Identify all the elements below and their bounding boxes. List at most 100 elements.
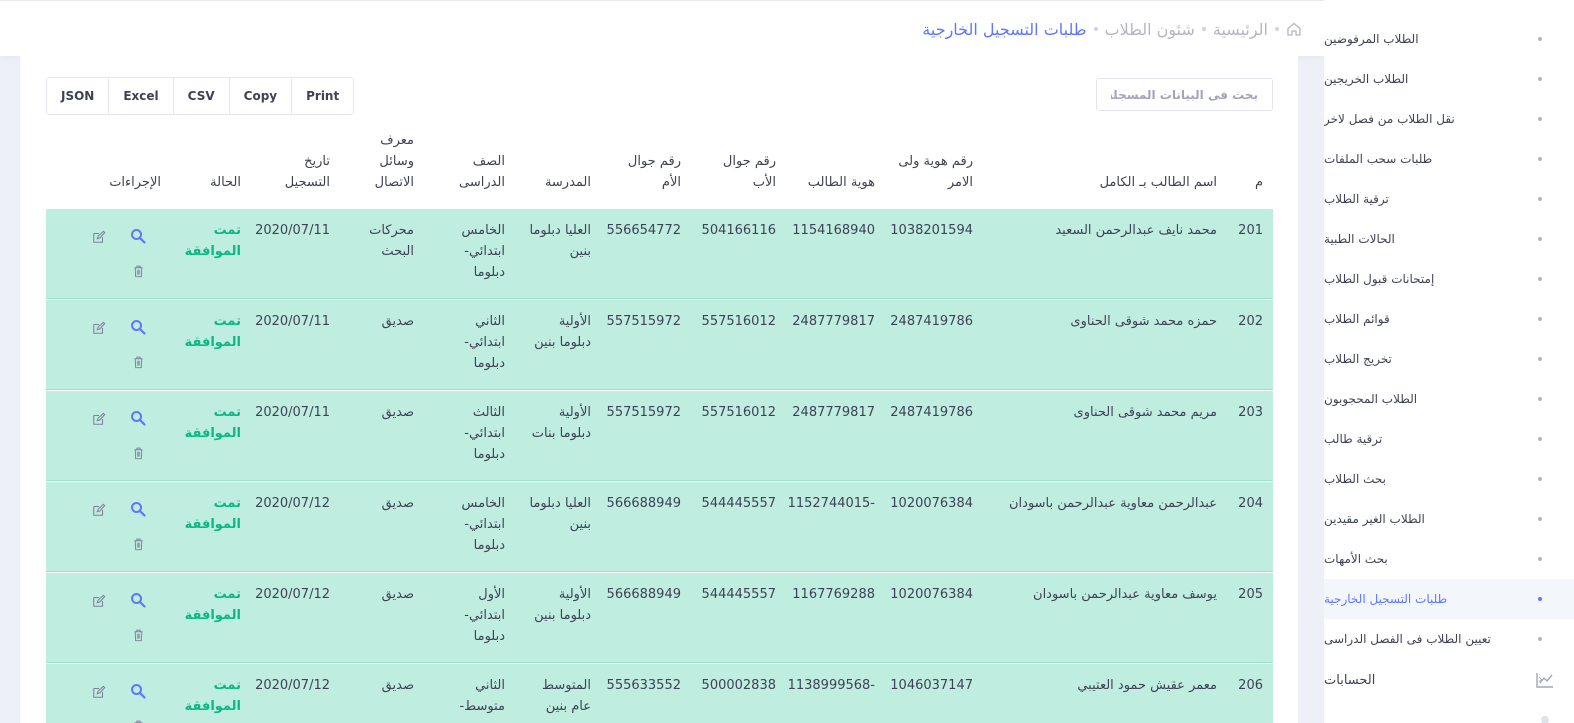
edit-icon[interactable] [92, 229, 108, 245]
sidebar-item-admission-exams[interactable]: إمتحانات قبول الطلاب [1324, 259, 1574, 299]
student-id-cell: 1138999568- [787, 678, 875, 693]
header-father-mobile[interactable]: رقم جوال الأب [706, 151, 776, 193]
trash-icon[interactable] [132, 263, 148, 279]
search-icon[interactable] [130, 228, 146, 244]
table-row: 203 مريم محمد شوقى الحناوى 2487419786 24877… [46, 391, 1273, 481]
registration-date-cell: 2020/07/11 [255, 314, 330, 329]
edit-icon[interactable] [92, 684, 108, 700]
sidebar-item-transfer-students[interactable]: نقل الطلاب من فصل لاخر [1324, 99, 1574, 139]
grade-cell: الخامس ابتدائي- دبلوما [461, 496, 505, 553]
father-mobile-cell: 557516012 [701, 405, 776, 420]
search-input[interactable] [1096, 78, 1273, 111]
father-mobile-cell: 504166116 [701, 223, 776, 238]
contact-source-cell: صديق [381, 405, 414, 420]
school-cell: العليا دبلوما بنين [529, 496, 591, 532]
edit-icon[interactable] [92, 593, 108, 609]
table-header: م اسم الطالب بـ الكامل رقم هوية ولى الام… [46, 131, 1273, 209]
search-icon[interactable] [130, 410, 146, 426]
student-name-cell: يوسف معاوية عبدالرحمن باسودان [1033, 587, 1217, 602]
breadcrumb: الرئيسية شئون الطلاب طلبات التسجيل الخار… [922, 17, 1302, 41]
breadcrumb-section[interactable]: شئون الطلاب [1105, 20, 1195, 39]
sidebar-item-search-mothers[interactable]: بحث الأمهات [1324, 539, 1574, 579]
header-reg-date[interactable]: تاريخ التسجيل [260, 151, 330, 193]
registration-date-cell: 2020/07/11 [255, 405, 330, 420]
chevron-icon[interactable]: ‹ [1538, 672, 1543, 686]
contact-source-cell: صديق [381, 496, 414, 511]
copy-button[interactable]: Copy [228, 78, 292, 114]
student-id-cell: 2487779817 [792, 405, 875, 420]
bullet-icon [1538, 237, 1542, 241]
search-icon[interactable] [130, 501, 146, 517]
student-name-cell: محمد نايف عبدالرحمن السعيد [1055, 223, 1217, 238]
header-status[interactable]: الحالة [210, 172, 241, 193]
bullet-icon [1538, 317, 1542, 321]
header-index[interactable]: م [1255, 172, 1263, 193]
registration-date-cell: 2020/07/12 [255, 587, 330, 602]
school-cell: الأولية دبلوما بنين [534, 314, 591, 350]
header-mother-mobile[interactable]: رقم جوال الأم [611, 151, 681, 193]
header-name[interactable]: اسم الطالب بـ الكامل [1100, 172, 1217, 193]
breadcrumb-separator [1093, 27, 1098, 31]
bullet-icon [1538, 197, 1542, 201]
trash-icon[interactable] [132, 718, 148, 723]
search-icon[interactable] [130, 683, 146, 699]
header-grade[interactable]: الصف الدراسى [445, 151, 505, 193]
table-row: 202 حمزه محمد شوقى الحناوى 2487419786 24877… [46, 300, 1273, 390]
sidebar-item-label: بحث الأمهات [1324, 552, 1388, 566]
sidebar-item-medical-cases[interactable]: الحالات الطبية [1324, 219, 1574, 259]
sidebar-section-partial[interactable] [1324, 702, 1574, 723]
sidebar-item-file-withdrawal-requests[interactable]: طلبات سحب الملفات [1324, 139, 1574, 179]
sidebar-item-blocked-students[interactable]: الطلاب المحجوبون [1324, 379, 1574, 419]
print-button[interactable]: Print [291, 78, 354, 114]
sidebar-item-promote-student[interactable]: ترقية طالب [1324, 419, 1574, 459]
search-icon[interactable] [130, 319, 146, 335]
guardian-id-cell: 1020076384 [890, 587, 973, 602]
status-badge-cell: تمت الموافقة [184, 678, 241, 714]
header-contact-source[interactable]: معرف وسائل الاتصال [354, 130, 414, 193]
export-buttons: JSON Excel CSV Copy Print [46, 77, 355, 115]
sidebar-section-label: الحسابات [1324, 672, 1376, 688]
trash-icon[interactable] [132, 536, 148, 552]
trash-icon[interactable] [132, 445, 148, 461]
sidebar-item-student-lists[interactable]: قوائم الطلاب [1324, 299, 1574, 339]
sidebar-item-graduate-students[interactable]: تخريج الطلاب [1324, 339, 1574, 379]
edit-icon[interactable] [92, 320, 108, 336]
contact-source-cell: صديق [381, 678, 414, 693]
student-id-cell: 1152744015- [787, 496, 875, 511]
sidebar-item-external-registration-requests[interactable]: طلبات التسجيل الخارجية [1324, 579, 1574, 619]
sidebar-item-unregistered-students[interactable]: الطلاب الغير مقيدين [1324, 499, 1574, 539]
registration-date-cell: 2020/07/12 [255, 678, 330, 693]
sidebar-item-label: طلبات سحب الملفات [1324, 152, 1433, 166]
sidebar-item-assign-students-semester[interactable]: تعيين الطلاب فى الفصل الدراسى [1324, 619, 1574, 659]
father-mobile-cell: 500002838 [701, 678, 776, 693]
sidebar-section-accounts[interactable]: الحسابات ‹ [1324, 660, 1574, 700]
header-school[interactable]: المدرسة [545, 172, 591, 193]
search-icon[interactable] [130, 592, 146, 608]
header-guardian-id[interactable]: رقم هوية ولى الامر [883, 151, 973, 193]
sidebar-item-graduated-students[interactable]: الطلاب الخريجين [1324, 59, 1574, 99]
sidebar-item-label: قوائم الطلاب [1324, 312, 1390, 326]
header-student-id[interactable]: هوية الطالب [808, 172, 875, 193]
bullet-icon [1538, 77, 1542, 81]
mother-mobile-cell: 557515972 [606, 405, 681, 420]
school-cell: الأولية دبلوما بنين [534, 587, 591, 623]
contact-source-cell: محركات البحث [369, 223, 414, 259]
home-icon[interactable] [1286, 21, 1302, 37]
student-name-cell: حمزه محمد شوقى الحناوى [1070, 314, 1217, 329]
breadcrumb-home[interactable]: الرئيسية [1213, 20, 1268, 39]
edit-icon[interactable] [92, 502, 108, 518]
json-button[interactable]: JSON [47, 78, 109, 114]
sidebar-item-rejected-students[interactable]: الطلاب المرفوضين [1324, 19, 1574, 59]
trash-icon[interactable] [132, 627, 148, 643]
excel-button[interactable]: Excel [108, 78, 173, 114]
status-badge-cell: تمت الموافقة [184, 405, 241, 441]
sidebar-item-search-students[interactable]: بحث الطلاب [1324, 459, 1574, 499]
school-cell: العليا دبلوما بنين [529, 223, 591, 259]
sidebar-item-promote-students[interactable]: ترقية الطلاب [1324, 179, 1574, 219]
trash-icon[interactable] [132, 354, 148, 370]
bullet-icon [1538, 637, 1542, 641]
sidebar-item-label: الطلاب الخريجين [1324, 72, 1409, 86]
edit-icon[interactable] [92, 411, 108, 427]
csv-button[interactable]: CSV [172, 78, 229, 114]
row-index-cell: 205 [1238, 587, 1263, 602]
